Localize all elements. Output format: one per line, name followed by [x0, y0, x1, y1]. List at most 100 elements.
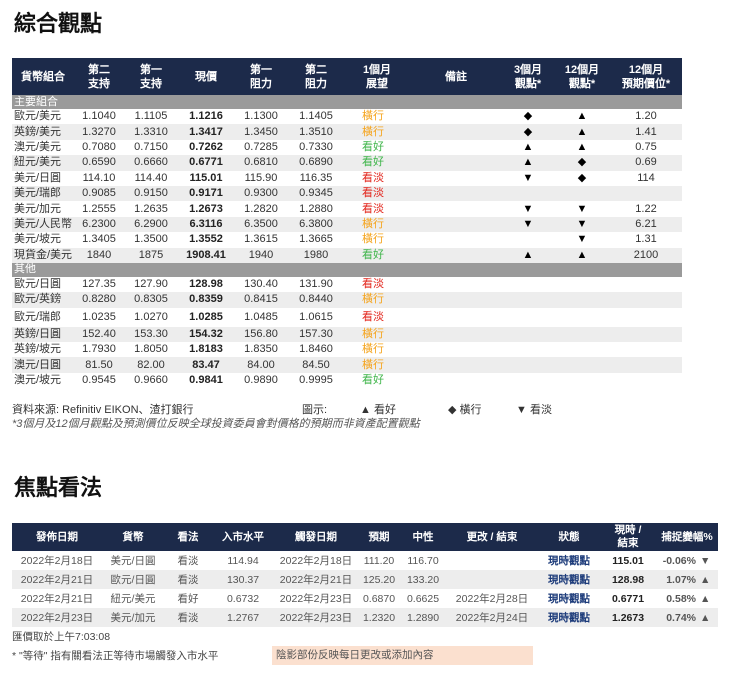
remarks: [410, 232, 502, 248]
one-month-outlook: 看淡: [344, 276, 410, 293]
current-or-close: 128.98: [600, 570, 656, 589]
overview-col-header: 12個月 觀點*: [554, 58, 610, 95]
current-price: 1.3417: [178, 124, 234, 140]
support-1: 0.8305: [124, 292, 178, 308]
focus-col-header: 捕捉變幅%: [656, 523, 718, 551]
table-row: 美元/瑞郎 0.9085 0.9150 0.9171 0.9300 0.9345 看淡: [12, 185, 682, 202]
table-row: 2022年2月18日 美元/日圓 看淡 114.94 2022年2月18日 111.20 1…: [12, 551, 718, 570]
three-month-view: ◆: [502, 109, 554, 125]
resistance-1: 156.80: [234, 326, 288, 343]
support-2: 1.1040: [74, 109, 124, 125]
one-month-outlook: 橫行: [344, 357, 410, 373]
status: 現時觀點: [538, 608, 600, 627]
currency-pair: 紐元/美元: [12, 155, 74, 171]
shade-note: 陰影部份反映每日更改或添加內容: [272, 646, 533, 665]
view: 看好: [164, 589, 212, 608]
three-month-view: [502, 276, 554, 293]
table-row: 英鎊/美元 1.3270 1.3310 1.3417 1.3450 1.3510 橫行 ◆ ▲ 1…: [12, 124, 682, 140]
three-month-view: [502, 185, 554, 202]
group-header-row: 其他: [12, 262, 682, 277]
focus-col-header: 中性: [400, 523, 446, 551]
resistance-2: 0.6890: [288, 155, 344, 171]
table-row: 歐元/瑞郎 1.0235 1.0270 1.0285 1.0485 1.0615 看淡: [12, 307, 682, 327]
section-title-focus: 焦點看法: [14, 476, 103, 501]
twelve-month-view: ◆: [554, 155, 610, 171]
expected-level: 1.2320: [358, 608, 400, 627]
three-month-view: [502, 372, 554, 389]
status: 現時觀點: [538, 570, 600, 589]
twelve-month-view: ▼: [554, 232, 610, 248]
expected-level: 0.6870: [358, 589, 400, 608]
resistance-1: 1.3615: [234, 232, 288, 248]
currency-pair: 歐元/日圓: [102, 570, 164, 589]
view: 看淡: [164, 608, 212, 627]
overview-col-header: 第一 支持: [124, 58, 178, 95]
overview-col-header: 第二 支持: [74, 58, 124, 95]
price-time: 匯價取於上午7:03:08: [12, 631, 111, 643]
three-month-view: [502, 357, 554, 373]
current-or-close: 115.01: [600, 551, 656, 570]
currency-pair: 澳元/美元: [12, 139, 74, 156]
table-row: 英鎊/坡元 1.7930 1.8050 1.8183 1.8350 1.8460 橫行: [12, 342, 682, 358]
resistance-2: 1.3510: [288, 124, 344, 140]
neutral-level: 133.20: [400, 570, 446, 589]
remarks: [410, 292, 502, 308]
focus-col-header: 預期: [358, 523, 400, 551]
resistance-1: 1940: [234, 247, 288, 263]
three-month-view: [502, 326, 554, 343]
group-header-label: 其他: [12, 262, 682, 277]
support-2: 0.6590: [74, 155, 124, 171]
forecast-note: *3個月及12個月觀點及預測價位反映全球投資委員會對價格的預期而非資產配置觀點: [12, 418, 420, 430]
one-month-outlook: 橫行: [344, 342, 410, 358]
resistance-2: 1.2880: [288, 201, 344, 217]
table-row: 美元/加元 1.2555 1.2635 1.2673 1.2820 1.2880 看淡 ▼ ▼ 1…: [12, 201, 682, 217]
support-2: 1.7930: [74, 342, 124, 358]
support-1: 1.8050: [124, 342, 178, 358]
overview-col-header: 備註: [410, 58, 502, 95]
resistance-2: 0.9345: [288, 185, 344, 202]
support-2: 1.0235: [74, 307, 124, 327]
current-price: 1.0285: [178, 307, 234, 327]
three-month-view: [502, 232, 554, 248]
issue-date: 2022年2月23日: [12, 608, 102, 627]
expected-level: 125.20: [358, 570, 400, 589]
one-month-outlook: 看好: [344, 139, 410, 156]
neutral-level: 0.6625: [400, 589, 446, 608]
one-month-outlook: 看淡: [344, 170, 410, 186]
twelve-month-target: 0.75: [610, 139, 682, 156]
remarks: [410, 201, 502, 217]
twelve-month-target: [610, 372, 682, 389]
entry-level: 1.2767: [212, 608, 274, 627]
currency-pair: 歐元/美元: [12, 109, 74, 125]
support-1: 0.7150: [124, 139, 178, 156]
twelve-month-target: [610, 342, 682, 358]
resistance-1: 0.8415: [234, 292, 288, 308]
support-1: 82.00: [124, 357, 178, 373]
resistance-1: 130.40: [234, 276, 288, 293]
one-month-outlook: 看好: [344, 247, 410, 263]
current-price: 1908.41: [178, 247, 234, 263]
current-or-close: 1.2673: [600, 608, 656, 627]
remarks: [410, 109, 502, 125]
trigger-date: 2022年2月23日: [274, 589, 358, 608]
focus-col-header: 觸發日期: [274, 523, 358, 551]
twelve-month-view: ◆: [554, 170, 610, 186]
support-1: 114.40: [124, 170, 178, 186]
current-price: 154.32: [178, 326, 234, 343]
captured-change: 1.07%: [656, 570, 700, 589]
table-row: 澳元/美元 0.7080 0.7150 0.7262 0.7285 0.7330 看好 ▲ ▲ 0…: [12, 139, 682, 156]
support-2: 114.10: [74, 170, 124, 186]
status: 現時觀點: [538, 551, 600, 570]
resistance-2: 1.8460: [288, 342, 344, 358]
one-month-outlook: 橫行: [344, 292, 410, 308]
overview-col-header: 3個月 觀點*: [502, 58, 554, 95]
expected-level: 111.20: [358, 551, 400, 570]
overview-table: 貨幣組合 第二 支持 第一 支持 現價 第一 阻力 第二 阻力 1個月 展望 備註 3個月 觀點* 12個月觀…: [12, 58, 682, 389]
resistance-1: 0.9300: [234, 185, 288, 202]
twelve-month-target: [610, 292, 682, 308]
currency-pair: 英鎊/坡元: [12, 342, 74, 358]
support-2: 1840: [74, 247, 124, 263]
twelve-month-view: [554, 276, 610, 293]
one-month-outlook: 橫行: [344, 109, 410, 125]
table-row: 現貨金/美元 1840 1875 1908.41 1940 1980 看好 ▲ ▲ 2100: [12, 247, 682, 263]
